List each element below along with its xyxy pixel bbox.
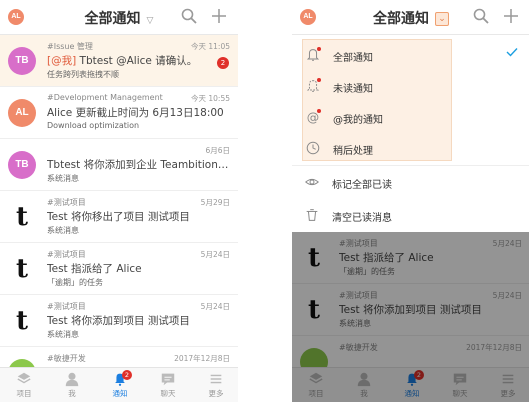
notification-row[interactable]: AL #Development Management 今天 10:55 Alice 更…	[0, 87, 238, 139]
filter-label: 稍后处理	[333, 146, 373, 157]
menu-icon	[210, 374, 222, 384]
tab-menu[interactable]: 更多	[196, 371, 236, 399]
tab-bell[interactable]: 通知 2	[100, 370, 140, 399]
tab-label: 我	[68, 389, 76, 398]
mention-tag: [@我]	[47, 55, 77, 67]
unread-dot	[317, 47, 321, 51]
notification-project: #测试项目	[47, 198, 86, 207]
notification-text: Test 将你添加到项目 测试项目	[47, 315, 190, 327]
action-label: 标记全部已读	[332, 180, 392, 191]
filter-option[interactable]: 稍后处理	[303, 133, 451, 164]
filter-label: 未读通知	[333, 84, 373, 95]
notification-project: #测试项目	[47, 302, 86, 311]
notification-time: 今天 10:55	[191, 94, 230, 103]
notification-text: Test 将你移出了项目 测试项目	[47, 211, 190, 223]
filter-label: @我的通知	[333, 115, 383, 126]
notification-project: #Development Management	[47, 93, 163, 102]
notification-time: 5月24日	[200, 250, 230, 259]
sender-avatar: t	[15, 254, 28, 284]
action-label: 清空已读消息	[332, 213, 392, 224]
tab-label: 聊天	[160, 389, 176, 398]
unread-dot	[317, 78, 321, 82]
notification-detail: 系统消息	[47, 226, 79, 235]
notification-list-screen: AL 全部通知 ▽ TB #Issue 管理 今天 11:05 [@我] Tbtest …	[0, 0, 238, 402]
bottom-tab-bar: 项目 我 通知 2 聊天 更多	[0, 367, 238, 402]
notification-detail: 任务跨列表拖拽不顺	[47, 70, 119, 79]
tab-person[interactable]: 我	[52, 371, 92, 399]
action-trash[interactable]: 清空已读消息	[292, 199, 529, 231]
tab-label: 更多	[208, 389, 224, 398]
notification-detail: 系统消息	[47, 174, 79, 183]
filter-options: 全部通知未读通知 @ @我的通知稍后处理	[302, 39, 452, 161]
sender-avatar: TB	[8, 151, 36, 179]
trash-icon	[306, 209, 318, 221]
top-bar: AL 全部通知 ▽	[0, 0, 238, 35]
notification-text: Alice 更新截止时间为 6月13日18:00	[47, 107, 224, 119]
notification-row[interactable]: t #测试项目 5月24日 Test 将你添加到项目 测试项目 系统消息	[0, 295, 238, 347]
top-bar: AL 全部通知 ⌄	[292, 0, 529, 35]
tab-badge: 2	[122, 370, 132, 380]
notification-row[interactable]: TB #Issue 管理 今天 11:05 [@我] Tbtest @Alice 请确…	[0, 35, 238, 87]
notification-message: Test 指派给了 Alice	[47, 261, 229, 276]
notification-list: TB #Issue 管理 今天 11:05 [@我] Tbtest @Alice 请确…	[0, 35, 238, 399]
check-icon	[506, 48, 518, 57]
person-icon	[65, 372, 79, 387]
filter-dropdown: 全部通知未读通知 @ @我的通知稍后处理 标记全部已读 清空已读消息	[292, 35, 529, 232]
sender-avatar: t	[15, 306, 28, 336]
filter-title[interactable]: 全部通知 ⌄	[292, 8, 529, 28]
filter-option[interactable]: @ @我的通知	[303, 102, 451, 133]
tab-chat[interactable]: 聊天	[148, 371, 188, 399]
notification-message: Test 将你添加到项目 测试项目	[47, 313, 229, 328]
notification-text: Tbtest 将你添加到企业 Teambition…	[47, 159, 229, 171]
sender-avatar: TB	[8, 47, 36, 75]
notification-message: Test 将你移出了项目 测试项目	[47, 209, 229, 224]
plus-icon[interactable]	[502, 7, 520, 25]
notification-message: Tbtest 将你添加到企业 Teambition…	[47, 157, 229, 172]
filter-label: 全部通知	[333, 53, 373, 64]
notification-filter-screen: AL 全部通知 ⌄ t #测试项目 5月24日 Test 指派给了 Alice 「逾期」的…	[292, 0, 529, 402]
filter-option[interactable]: 未读通知	[303, 71, 451, 102]
notification-row[interactable]: t #测试项目 5月29日 Test 将你移出了项目 测试项目 系统消息	[0, 191, 238, 243]
eye-icon	[305, 178, 319, 186]
action-eye[interactable]: 标记全部已读	[292, 166, 529, 198]
tab-label: 项目	[16, 389, 32, 398]
notification-detail: 「逾期」的任务	[47, 278, 103, 287]
search-icon[interactable]	[472, 7, 490, 25]
notification-time: 5月24日	[200, 302, 230, 311]
notification-detail: 系统消息	[47, 330, 79, 339]
notification-row[interactable]: t #测试项目 5月24日 Test 指派给了 Alice 「逾期」的任务	[0, 243, 238, 295]
notification-project: #测试项目	[47, 250, 86, 259]
sender-avatar: t	[15, 202, 28, 232]
notification-message: [@我] Tbtest @Alice 请确认。	[47, 53, 229, 68]
tab-label: 通知	[112, 389, 128, 398]
chat-icon	[161, 373, 175, 386]
notification-detail: Download optimization	[47, 121, 140, 130]
plus-icon[interactable]	[210, 7, 228, 25]
unread-badge: 2	[217, 57, 229, 69]
search-icon[interactable]	[180, 7, 198, 25]
sender-avatar: AL	[8, 99, 36, 127]
filter-option[interactable]: 全部通知	[303, 40, 451, 71]
notification-text: Test 指派给了 Alice	[47, 263, 142, 275]
notification-message: Alice 更新截止时间为 6月13日18:00	[47, 105, 229, 120]
chevron-down-icon[interactable]: ⌄	[435, 12, 449, 26]
unread-dot	[317, 109, 321, 113]
notification-project: #Issue 管理	[47, 42, 93, 51]
tab-layers[interactable]: 项目	[4, 371, 44, 399]
notification-project: #敏捷开发	[47, 354, 86, 363]
layers-icon	[17, 372, 31, 384]
notification-time: 6月6日	[205, 146, 230, 155]
dim-overlay[interactable]	[292, 232, 529, 402]
notification-time: 5月29日	[200, 198, 230, 207]
notification-time: 2017年12月8日	[174, 354, 230, 363]
chevron-down-icon: ▽	[146, 16, 154, 26]
notification-text: Tbtest @Alice 请确认。	[76, 55, 198, 67]
filter-title[interactable]: 全部通知 ▽	[0, 8, 238, 28]
page-title: 全部通知	[373, 11, 429, 27]
notification-row[interactable]: TB 6月6日 Tbtest 将你添加到企业 Teambition… 系统消息	[0, 139, 238, 191]
page-title: 全部通知	[84, 11, 141, 27]
clock-icon	[306, 141, 320, 155]
notification-time: 今天 11:05	[191, 42, 230, 51]
